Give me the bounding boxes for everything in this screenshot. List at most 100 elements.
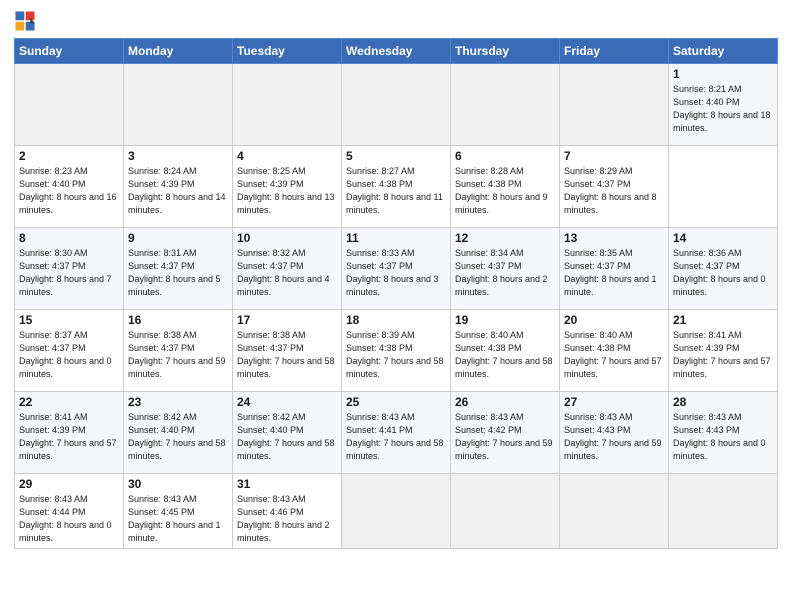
day-info: Sunrise: 8:42 AMSunset: 4:40 PMDaylight:… bbox=[237, 411, 337, 463]
day-info: Sunrise: 8:33 AMSunset: 4:37 PMDaylight:… bbox=[346, 247, 446, 299]
day-info: Sunrise: 8:43 AMSunset: 4:45 PMDaylight:… bbox=[128, 493, 228, 545]
logo bbox=[14, 10, 38, 32]
day-cell-4: 4 Sunrise: 8:25 AMSunset: 4:39 PMDayligh… bbox=[233, 146, 342, 228]
col-header-monday: Monday bbox=[124, 39, 233, 64]
day-info: Sunrise: 8:37 AMSunset: 4:37 PMDaylight:… bbox=[19, 329, 119, 381]
day-info: Sunrise: 8:42 AMSunset: 4:40 PMDaylight:… bbox=[128, 411, 228, 463]
day-info: Sunrise: 8:43 AMSunset: 4:42 PMDaylight:… bbox=[455, 411, 555, 463]
day-cell-29: 29 Sunrise: 8:43 AMSunset: 4:44 PMDaylig… bbox=[15, 474, 124, 549]
day-info: Sunrise: 8:35 AMSunset: 4:37 PMDaylight:… bbox=[564, 247, 664, 299]
empty-cell bbox=[233, 64, 342, 146]
day-info: Sunrise: 8:25 AMSunset: 4:39 PMDaylight:… bbox=[237, 165, 337, 217]
day-info: Sunrise: 8:29 AMSunset: 4:37 PMDaylight:… bbox=[564, 165, 664, 217]
day-number: 1 bbox=[673, 67, 773, 81]
day-number: 4 bbox=[237, 149, 337, 163]
day-cell-1: 1 Sunrise: 8:21 AMSunset: 4:40 PMDayligh… bbox=[669, 64, 778, 146]
day-number: 3 bbox=[128, 149, 228, 163]
col-header-sunday: Sunday bbox=[15, 39, 124, 64]
day-number: 12 bbox=[455, 231, 555, 245]
day-info: Sunrise: 8:43 AMSunset: 4:43 PMDaylight:… bbox=[673, 411, 773, 463]
day-cell-24: 24 Sunrise: 8:42 AMSunset: 4:40 PMDaylig… bbox=[233, 392, 342, 474]
empty-cell bbox=[560, 474, 669, 549]
day-number: 16 bbox=[128, 313, 228, 327]
day-cell-20: 20 Sunrise: 8:40 AMSunset: 4:38 PMDaylig… bbox=[560, 310, 669, 392]
day-cell-30: 30 Sunrise: 8:43 AMSunset: 4:45 PMDaylig… bbox=[124, 474, 233, 549]
day-cell-13: 13 Sunrise: 8:35 AMSunset: 4:37 PMDaylig… bbox=[560, 228, 669, 310]
day-number: 19 bbox=[455, 313, 555, 327]
day-cell-23: 23 Sunrise: 8:42 AMSunset: 4:40 PMDaylig… bbox=[124, 392, 233, 474]
day-number: 13 bbox=[564, 231, 664, 245]
day-number: 14 bbox=[673, 231, 773, 245]
day-info: Sunrise: 8:40 AMSunset: 4:38 PMDaylight:… bbox=[455, 329, 555, 381]
day-number: 11 bbox=[346, 231, 446, 245]
day-number: 18 bbox=[346, 313, 446, 327]
day-number: 29 bbox=[19, 477, 119, 491]
day-info: Sunrise: 8:32 AMSunset: 4:37 PMDaylight:… bbox=[237, 247, 337, 299]
day-cell-11: 11 Sunrise: 8:33 AMSunset: 4:37 PMDaylig… bbox=[342, 228, 451, 310]
day-info: Sunrise: 8:38 AMSunset: 4:37 PMDaylight:… bbox=[237, 329, 337, 381]
day-cell-27: 27 Sunrise: 8:43 AMSunset: 4:43 PMDaylig… bbox=[560, 392, 669, 474]
day-number: 28 bbox=[673, 395, 773, 409]
calendar-week-4: 15 Sunrise: 8:37 AMSunset: 4:37 PMDaylig… bbox=[15, 310, 778, 392]
day-info: Sunrise: 8:38 AMSunset: 4:37 PMDaylight:… bbox=[128, 329, 228, 381]
col-header-tuesday: Tuesday bbox=[233, 39, 342, 64]
empty-cell bbox=[15, 64, 124, 146]
day-cell-31: 31 Sunrise: 8:43 AMSunset: 4:46 PMDaylig… bbox=[233, 474, 342, 549]
empty-cell bbox=[342, 64, 451, 146]
day-number: 6 bbox=[455, 149, 555, 163]
page: SundayMondayTuesdayWednesdayThursdayFrid… bbox=[0, 0, 792, 612]
empty-cell bbox=[124, 64, 233, 146]
day-cell-17: 17 Sunrise: 8:38 AMSunset: 4:37 PMDaylig… bbox=[233, 310, 342, 392]
day-info: Sunrise: 8:21 AMSunset: 4:40 PMDaylight:… bbox=[673, 83, 773, 135]
day-cell-21: 21 Sunrise: 8:41 AMSunset: 4:39 PMDaylig… bbox=[669, 310, 778, 392]
col-header-saturday: Saturday bbox=[669, 39, 778, 64]
day-cell-25: 25 Sunrise: 8:43 AMSunset: 4:41 PMDaylig… bbox=[342, 392, 451, 474]
day-cell-3: 3 Sunrise: 8:24 AMSunset: 4:39 PMDayligh… bbox=[124, 146, 233, 228]
day-info: Sunrise: 8:41 AMSunset: 4:39 PMDaylight:… bbox=[673, 329, 773, 381]
header bbox=[14, 10, 778, 32]
day-info: Sunrise: 8:43 AMSunset: 4:44 PMDaylight:… bbox=[19, 493, 119, 545]
day-number: 7 bbox=[564, 149, 664, 163]
calendar-week-1: 1 Sunrise: 8:21 AMSunset: 4:40 PMDayligh… bbox=[15, 64, 778, 146]
empty-cell bbox=[451, 64, 560, 146]
calendar-week-5: 22 Sunrise: 8:41 AMSunset: 4:39 PMDaylig… bbox=[15, 392, 778, 474]
day-info: Sunrise: 8:28 AMSunset: 4:38 PMDaylight:… bbox=[455, 165, 555, 217]
day-info: Sunrise: 8:34 AMSunset: 4:37 PMDaylight:… bbox=[455, 247, 555, 299]
day-number: 15 bbox=[19, 313, 119, 327]
day-cell-12: 12 Sunrise: 8:34 AMSunset: 4:37 PMDaylig… bbox=[451, 228, 560, 310]
empty-cell bbox=[560, 64, 669, 146]
day-number: 25 bbox=[346, 395, 446, 409]
day-cell-9: 9 Sunrise: 8:31 AMSunset: 4:37 PMDayligh… bbox=[124, 228, 233, 310]
day-cell-26: 26 Sunrise: 8:43 AMSunset: 4:42 PMDaylig… bbox=[451, 392, 560, 474]
day-info: Sunrise: 8:23 AMSunset: 4:40 PMDaylight:… bbox=[19, 165, 119, 217]
calendar-week-2: 2 Sunrise: 8:23 AMSunset: 4:40 PMDayligh… bbox=[15, 146, 778, 228]
calendar-table: SundayMondayTuesdayWednesdayThursdayFrid… bbox=[14, 38, 778, 549]
day-number: 27 bbox=[564, 395, 664, 409]
empty-cell bbox=[342, 474, 451, 549]
day-number: 22 bbox=[19, 395, 119, 409]
empty-cell bbox=[451, 474, 560, 549]
day-info: Sunrise: 8:43 AMSunset: 4:41 PMDaylight:… bbox=[346, 411, 446, 463]
col-header-wednesday: Wednesday bbox=[342, 39, 451, 64]
calendar-week-6: 29 Sunrise: 8:43 AMSunset: 4:44 PMDaylig… bbox=[15, 474, 778, 549]
day-number: 23 bbox=[128, 395, 228, 409]
col-header-thursday: Thursday bbox=[451, 39, 560, 64]
day-cell-22: 22 Sunrise: 8:41 AMSunset: 4:39 PMDaylig… bbox=[15, 392, 124, 474]
day-info: Sunrise: 8:31 AMSunset: 4:37 PMDaylight:… bbox=[128, 247, 228, 299]
day-number: 21 bbox=[673, 313, 773, 327]
day-number: 5 bbox=[346, 149, 446, 163]
calendar-week-3: 8 Sunrise: 8:30 AMSunset: 4:37 PMDayligh… bbox=[15, 228, 778, 310]
day-info: Sunrise: 8:39 AMSunset: 4:38 PMDaylight:… bbox=[346, 329, 446, 381]
logo-icon bbox=[14, 10, 36, 32]
day-info: Sunrise: 8:36 AMSunset: 4:37 PMDaylight:… bbox=[673, 247, 773, 299]
day-cell-2: 2 Sunrise: 8:23 AMSunset: 4:40 PMDayligh… bbox=[15, 146, 124, 228]
day-cell-19: 19 Sunrise: 8:40 AMSunset: 4:38 PMDaylig… bbox=[451, 310, 560, 392]
day-number: 20 bbox=[564, 313, 664, 327]
day-number: 24 bbox=[237, 395, 337, 409]
day-number: 2 bbox=[19, 149, 119, 163]
day-info: Sunrise: 8:40 AMSunset: 4:38 PMDaylight:… bbox=[564, 329, 664, 381]
day-info: Sunrise: 8:24 AMSunset: 4:39 PMDaylight:… bbox=[128, 165, 228, 217]
day-cell-10: 10 Sunrise: 8:32 AMSunset: 4:37 PMDaylig… bbox=[233, 228, 342, 310]
day-info: Sunrise: 8:41 AMSunset: 4:39 PMDaylight:… bbox=[19, 411, 119, 463]
day-cell-7: 7 Sunrise: 8:29 AMSunset: 4:37 PMDayligh… bbox=[560, 146, 669, 228]
